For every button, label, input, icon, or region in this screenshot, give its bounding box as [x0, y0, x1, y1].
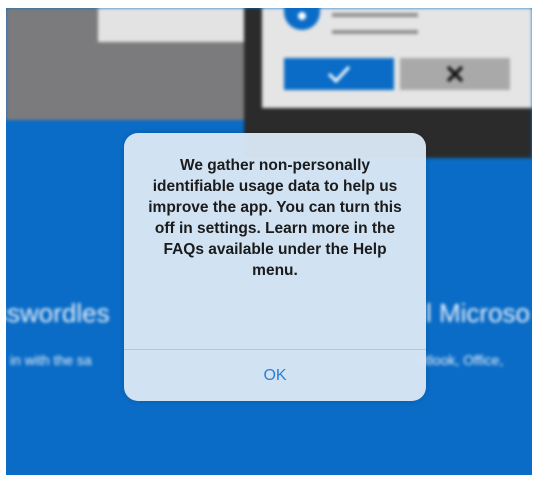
headline-left-fragment: sswordles	[6, 298, 110, 328]
text-line	[332, 13, 418, 17]
headline-right-fragment: l Microso	[426, 298, 531, 328]
usage-data-alert: We gather non-personally identifiable us…	[124, 133, 426, 401]
ok-button[interactable]: OK	[124, 350, 426, 401]
app-screen: sswordles l Microso in with the sa utloo…	[6, 8, 532, 475]
alert-message: We gather non-personally identifiable us…	[148, 157, 402, 279]
shield-icon-dot	[298, 12, 306, 20]
text-line	[332, 30, 418, 34]
approve-button	[284, 58, 394, 90]
checkmark-icon	[327, 65, 351, 84]
x-icon	[446, 65, 464, 83]
deny-button	[400, 58, 510, 90]
subtext-left-fragment: in with the sa	[10, 352, 92, 368]
hero-left-card	[98, 8, 244, 42]
subtext-right-fragment: utlook, Office,	[418, 352, 504, 368]
